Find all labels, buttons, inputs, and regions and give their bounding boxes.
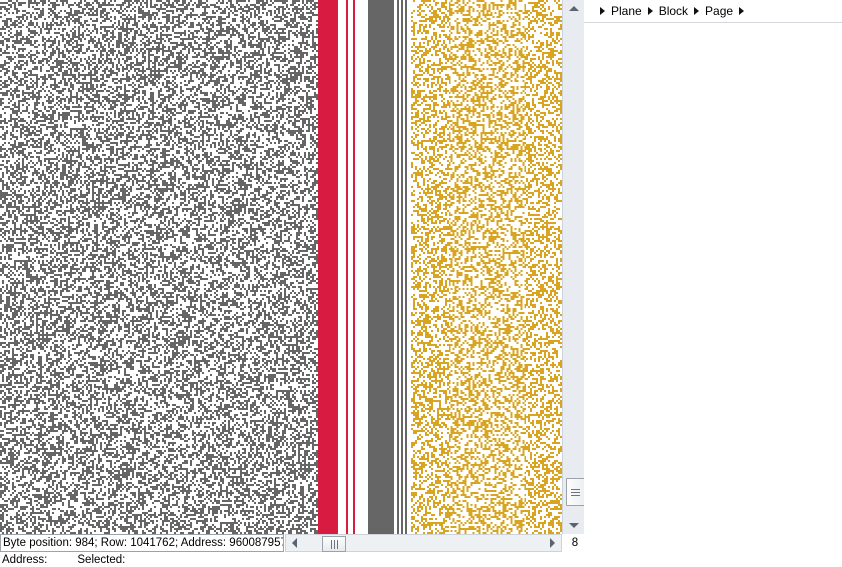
band-gap-white-1 (338, 0, 346, 534)
triangle-right-icon (647, 7, 653, 15)
band-gap-white-3 (355, 0, 368, 534)
triangle-down-icon (569, 523, 579, 528)
triangle-right-icon (600, 7, 605, 15)
triangle-right-icon (694, 7, 700, 15)
bottom-bar: Byte position: 984; Row: 1041762; Addres… (0, 534, 584, 552)
band-spare-red-solid (318, 0, 338, 534)
breadcrumb: Plane Block Page (584, 0, 842, 22)
scroll-up-button[interactable] (563, 0, 585, 17)
triangle-right-icon (739, 7, 745, 15)
grip-icon (330, 539, 338, 549)
breadcrumb-item-page[interactable]: Page (701, 4, 737, 18)
status-bar: Address: Selected: (0, 553, 584, 567)
triangle-right-icon (550, 538, 555, 548)
band-ecc-gold-noise (411, 0, 562, 534)
byte-map-canvas[interactable] (0, 0, 562, 534)
app-root: Byte position: 984; Row: 1041762; Addres… (0, 0, 842, 567)
grip-icon (571, 488, 580, 496)
breadcrumb-item-plane[interactable]: Plane (607, 4, 646, 18)
vertical-scrollbar-thumb[interactable] (566, 478, 585, 506)
breadcrumb-separator-line (584, 22, 842, 23)
address-label: Address: (2, 554, 48, 566)
byte-map-viewer: Byte position: 984; Row: 1041762; Addres… (0, 0, 585, 567)
scroll-left-button[interactable] (286, 535, 303, 551)
triangle-left-icon (292, 538, 297, 548)
map-horizontal-scrollbar[interactable] (285, 534, 562, 552)
map-vertical-scrollbar[interactable] (562, 0, 585, 534)
scroll-right-button[interactable] (544, 535, 561, 551)
breadcrumb-item-block[interactable]: Block (655, 4, 692, 18)
band-ecc-gray-solid (368, 0, 394, 534)
band-data-noise-gray (0, 0, 318, 534)
status-position-text: Byte position: 984; Row: 1041762; Addres… (0, 534, 284, 552)
scroll-down-button[interactable] (563, 517, 585, 534)
structure-panel: PlaneBlockPage Data area (512)0 - 511512… (584, 0, 842, 567)
horizontal-scrollbar-thumb[interactable] (322, 536, 346, 552)
selected-label: Selected: (77, 554, 126, 566)
horizontal-scroll-value: 8 (571, 537, 579, 549)
triangle-up-icon (569, 6, 579, 11)
